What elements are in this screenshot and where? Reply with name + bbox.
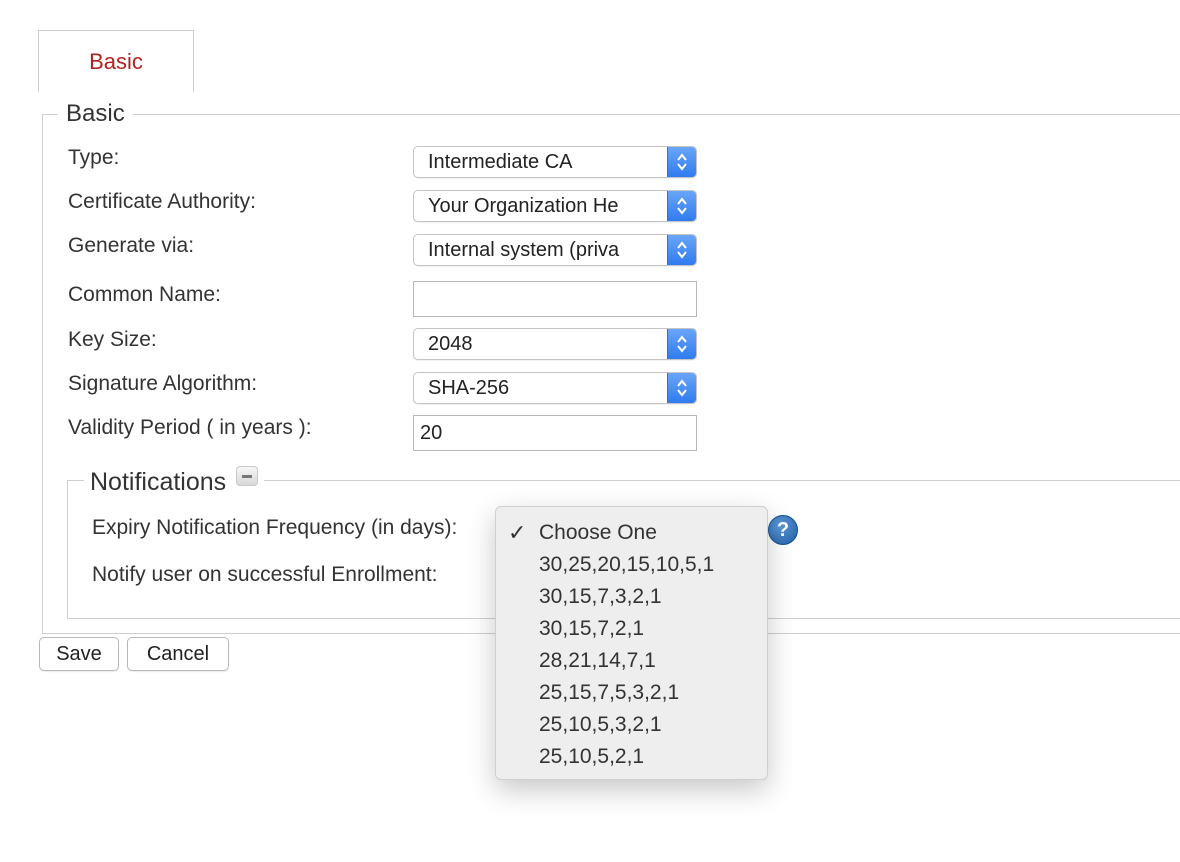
key-size-select[interactable]: 2048 <box>413 328 697 360</box>
select-arrows-icon <box>667 235 696 265</box>
type-label: Type: <box>68 146 120 169</box>
select-arrows-icon <box>667 147 696 177</box>
ca-select[interactable]: Your Organization He <box>413 190 697 222</box>
ca-label: Certificate Authority: <box>68 190 256 213</box>
dropdown-option[interactable]: 30,15,7,3,2,1 <box>539 585 662 609</box>
expiry-frequency-dropdown[interactable]: ✓ Choose One 30,25,20,15,10,5,1 30,15,7,… <box>495 506 768 780</box>
help-icon[interactable]: ? <box>768 515 798 545</box>
dropdown-option[interactable]: 25,15,7,5,3,2,1 <box>539 681 679 705</box>
type-select[interactable]: Intermediate CA <box>413 146 697 178</box>
dropdown-option[interactable]: 30,25,20,15,10,5,1 <box>539 553 714 577</box>
minus-icon[interactable] <box>236 466 259 486</box>
type-select-value: Intermediate CA <box>428 151 573 173</box>
common-name-label: Common Name: <box>68 283 221 306</box>
dropdown-option[interactable]: 25,10,5,3,2,1 <box>539 713 662 737</box>
notify-enrollment-label: Notify user on successful Enrollment: <box>92 563 438 586</box>
dropdown-option[interactable]: 28,21,14,7,1 <box>539 649 656 673</box>
generate-select[interactable]: Internal system (priva <box>413 234 697 266</box>
save-button[interactable]: Save <box>39 637 119 671</box>
check-icon: ✓ <box>508 520 527 545</box>
dropdown-option[interactable]: Choose One <box>539 521 657 545</box>
generate-select-value: Internal system (priva <box>428 239 620 261</box>
notifications-legend-text: Notifications <box>90 468 227 496</box>
key-size-label: Key Size: <box>68 328 157 351</box>
expiry-frequency-label: Expiry Notification Frequency (in days): <box>92 516 458 539</box>
tab-basic[interactable]: Basic <box>38 30 194 92</box>
page: Basic Basic Type: Intermediate CA Certif… <box>0 0 1180 862</box>
select-arrows-icon <box>667 373 696 403</box>
common-name-input[interactable] <box>413 281 697 317</box>
ca-select-value: Your Organization He <box>428 195 619 217</box>
select-arrows-icon <box>667 329 696 359</box>
signature-select[interactable]: SHA-256 <box>413 372 697 404</box>
validity-input[interactable] <box>413 415 697 451</box>
key-size-select-value: 2048 <box>428 333 473 355</box>
generate-label: Generate via: <box>68 234 195 257</box>
help-icon-glyph: ? <box>776 518 790 541</box>
select-arrows-icon <box>667 191 696 221</box>
dropdown-option[interactable]: 25,10,5,2,1 <box>539 745 644 769</box>
cancel-button[interactable]: Cancel <box>127 637 229 671</box>
validity-label: Validity Period ( in years ): <box>68 416 312 439</box>
dropdown-option[interactable]: 30,15,7,2,1 <box>539 617 644 641</box>
basic-legend: Basic <box>58 100 133 128</box>
notifications-legend: Notifications <box>84 466 265 497</box>
tab-basic-label: Basic <box>89 48 143 74</box>
signature-label: Signature Algorithm: <box>68 372 258 395</box>
signature-select-value: SHA-256 <box>428 377 510 399</box>
